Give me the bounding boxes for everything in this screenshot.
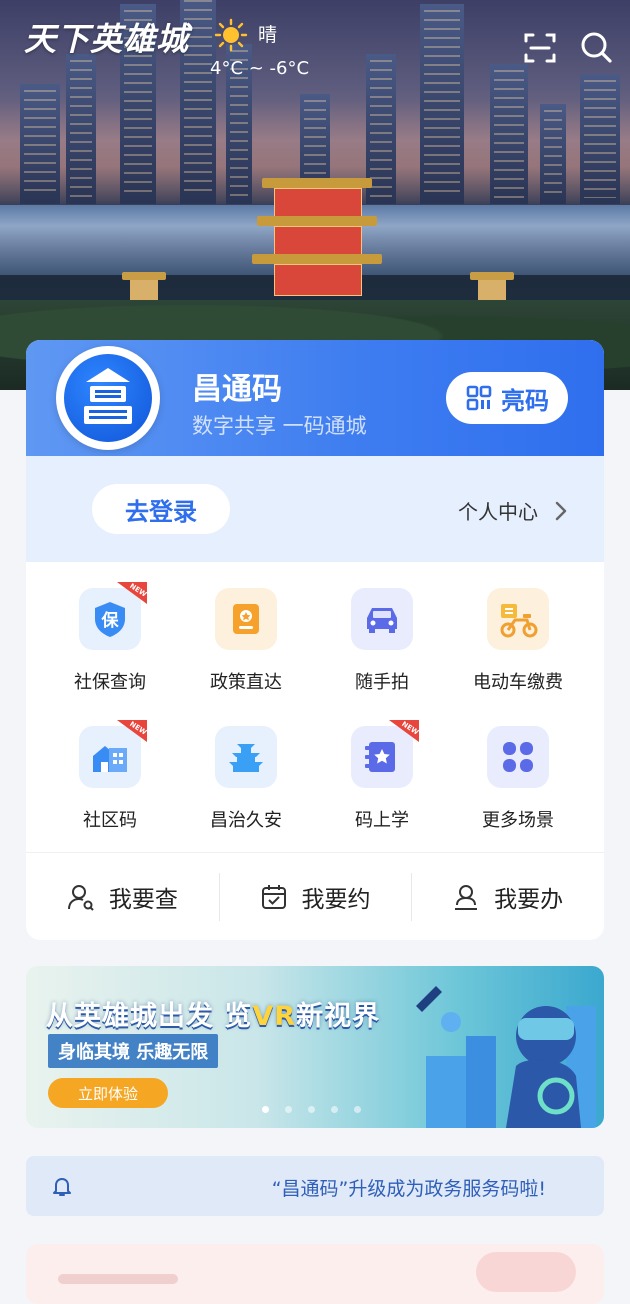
new-badge-icon: NEW (389, 720, 419, 742)
service-ebike-fee[interactable]: 电动车缴费 (450, 588, 586, 694)
policy-icon (215, 588, 277, 650)
tengwang-pavilion (252, 178, 382, 318)
action-label: 我要查 (108, 887, 178, 913)
banner-subtitle: 身临其境 乐趣无限 (48, 1034, 219, 1068)
temperature-label: 4°C ~ -6°C (210, 58, 310, 79)
service-label: 政策直达 (210, 672, 282, 693)
svg-text:保: 保 (101, 610, 120, 631)
service-label: 电动车缴费 (473, 672, 563, 693)
building (540, 104, 566, 204)
scan-icon[interactable] (522, 30, 558, 66)
building (490, 64, 528, 204)
service-more[interactable]: 更多场景 (450, 726, 586, 832)
e-bike-icon (487, 588, 549, 650)
pavilion-icon (215, 726, 277, 788)
carousel-dot[interactable] (262, 1106, 269, 1113)
car-camera-icon (351, 588, 413, 650)
code-subtitle: 数字共享 一码通城 (192, 414, 367, 438)
carousel-dot[interactable] (308, 1106, 315, 1113)
action-handle[interactable]: 我要办 (411, 853, 604, 940)
more-icon (487, 726, 549, 788)
next-card-peek (26, 1244, 604, 1304)
service-social-security[interactable]: 保 NEW 社保查询 (42, 582, 178, 694)
carousel-dot[interactable] (331, 1106, 338, 1113)
study-icon: NEW (351, 720, 419, 788)
service-community-code[interactable]: NEW 社区码 (42, 720, 178, 832)
service-label: 随手拍 (355, 672, 409, 693)
quick-actions: 我要查 我要约 我要办 (26, 852, 604, 940)
chevron-right-icon (555, 501, 567, 520)
sun-icon (214, 18, 248, 52)
person-stamp-icon (455, 885, 478, 910)
qr-code-icon (466, 385, 492, 411)
notice-bar[interactable]: “昌通码”升级成为政务服务码啦! (26, 1156, 604, 1216)
service-snapshot[interactable]: 随手拍 (314, 588, 450, 694)
action-appointment[interactable]: 我要约 (218, 853, 412, 940)
city-logo: 天下英雄城 (24, 20, 190, 58)
service-label: 更多场景 (482, 810, 554, 831)
chang-icon (84, 368, 132, 424)
login-button[interactable]: 去登录 (92, 484, 230, 534)
building (580, 74, 620, 204)
service-label: 码上学 (355, 810, 409, 831)
vr-illustration (416, 986, 596, 1128)
peek-title-placeholder (58, 1274, 178, 1284)
code-title: 昌通码 (192, 372, 282, 407)
carousel-dot[interactable] (354, 1106, 361, 1113)
vr-promo-banner[interactable]: 从英雄城出发 览VR新视界 身临其境 乐趣无限 立即体验 (26, 966, 604, 1128)
calendar-icon (261, 885, 286, 909)
peek-button[interactable] (476, 1252, 576, 1292)
personal-center-label: 个人中心 (458, 500, 538, 524)
login-strip: 去登录 个人中心 (26, 456, 604, 562)
building (420, 4, 464, 204)
code-card: 昌通码 数字共享 一码通城 亮码 去登录 个人中心 保 NEW 社保查询 政策直… (26, 340, 604, 940)
weather-label: 晴 (258, 24, 278, 46)
community-icon: NEW (79, 720, 147, 788)
code-card-header: 昌通码 数字共享 一码通城 亮码 (26, 340, 604, 456)
bell-icon (53, 1178, 71, 1196)
show-code-button[interactable]: 亮码 (446, 372, 568, 424)
person-search-icon (67, 885, 94, 911)
banner-title: 从英雄城出发 览VR新视界 (46, 1001, 381, 1032)
building (66, 54, 96, 204)
service-public-safety[interactable]: 昌治久安 (178, 726, 314, 832)
service-label: 社保查询 (74, 672, 146, 693)
show-code-label: 亮码 (501, 386, 549, 415)
service-policy[interactable]: 政策直达 (178, 588, 314, 694)
new-badge-icon: NEW (117, 720, 147, 742)
action-label: 我要办 (494, 887, 564, 913)
changtong-logo (56, 346, 160, 450)
action-query[interactable]: 我要查 (26, 853, 219, 940)
personal-center-link[interactable]: 个人中心 (458, 496, 568, 525)
notice-text: “昌通码”升级成为政务服务码啦! (271, 1178, 546, 1200)
social-security-icon: 保 NEW (79, 582, 147, 650)
new-badge-icon: NEW (117, 582, 147, 604)
building (20, 84, 60, 204)
search-icon[interactable] (578, 30, 614, 66)
carousel-dots (262, 1106, 361, 1113)
carousel-dot[interactable] (285, 1106, 292, 1113)
service-study[interactable]: NEW 码上学 (314, 720, 450, 832)
service-label: 社区码 (83, 810, 137, 831)
try-now-button[interactable]: 立即体验 (48, 1078, 168, 1108)
action-label: 我要约 (301, 887, 371, 913)
service-label: 昌治久安 (210, 810, 282, 831)
